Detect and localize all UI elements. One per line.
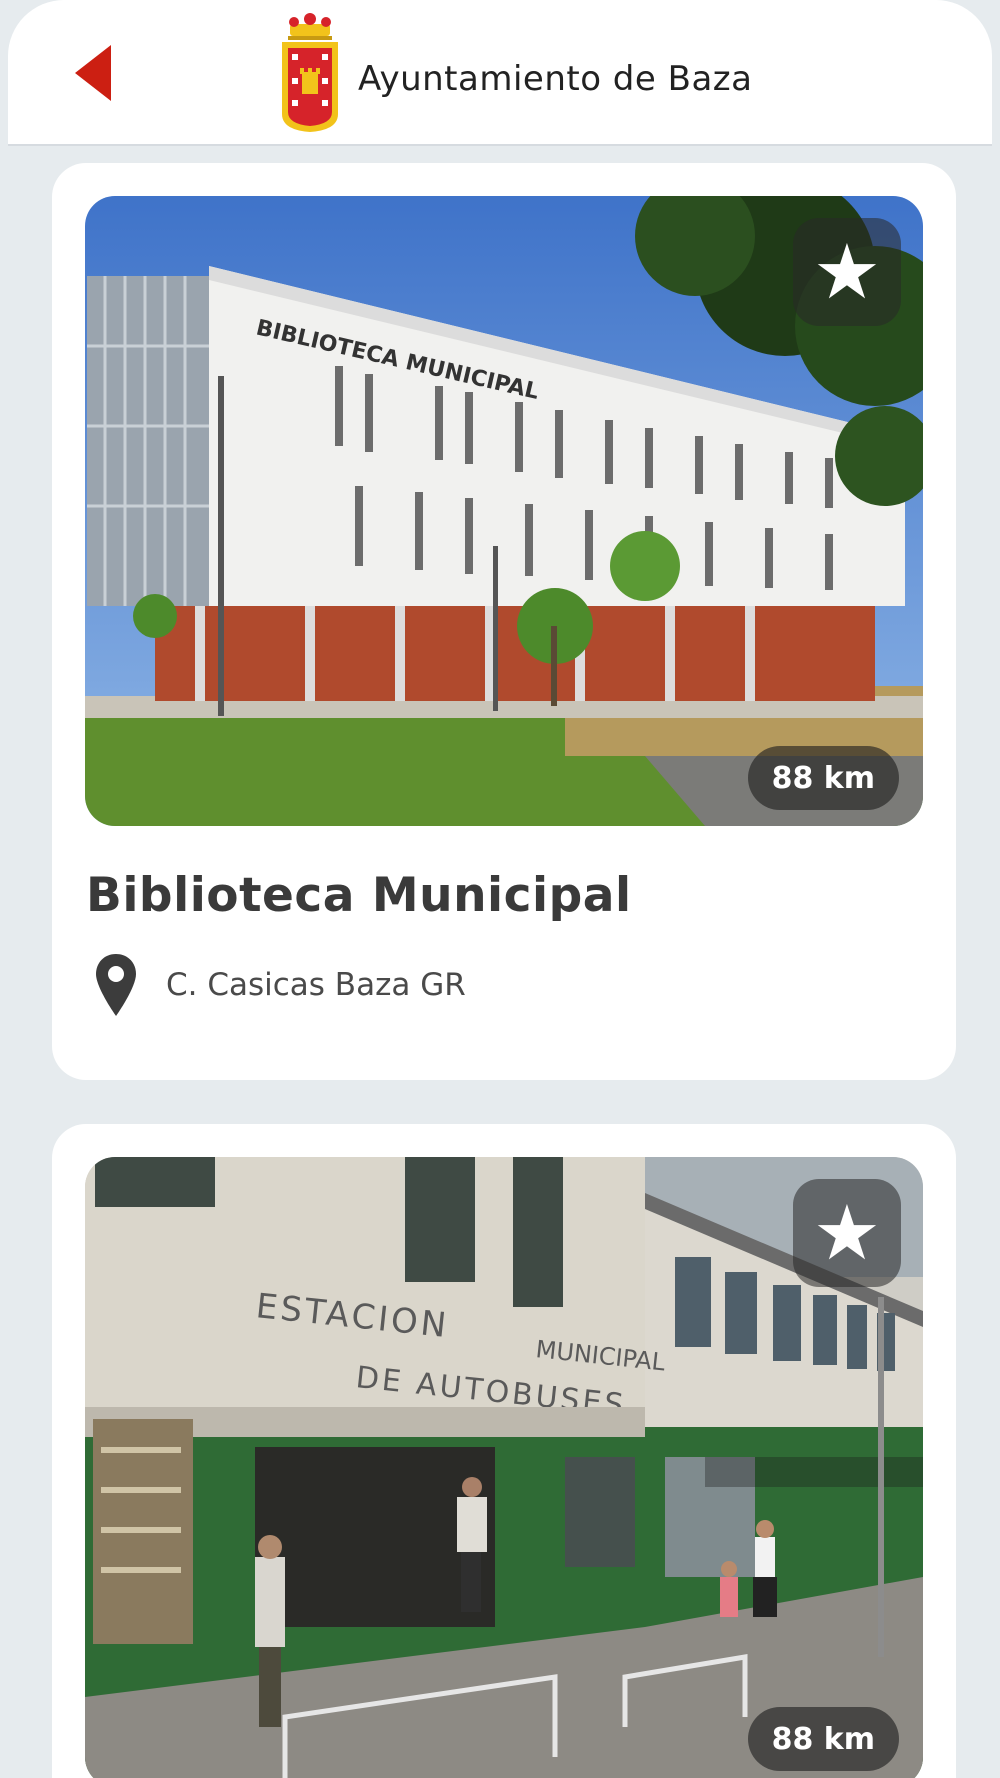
place-title: Biblioteca Municipal bbox=[86, 868, 632, 923]
back-button[interactable] bbox=[58, 28, 128, 118]
app-header: Ayuntamiento de Baza bbox=[8, 0, 992, 146]
back-arrow-icon bbox=[75, 45, 111, 101]
place-photo: BIBLIOTECA MUNICIPAL ★ 88 km bbox=[85, 196, 923, 826]
favorite-button[interactable]: ★ bbox=[793, 1179, 901, 1287]
place-address: C. Casicas Baza GR bbox=[94, 950, 466, 1020]
distance-badge: 88 km bbox=[747, 746, 899, 810]
screen: Ayuntamiento de Baza BIBLIOTECA MUNICIPA… bbox=[0, 0, 1000, 1778]
place-card[interactable]: ESTACION MUNICIPAL DE AUTOBUSES ★ 88 km bbox=[52, 1124, 956, 1778]
logo-text: Ayuntamiento de Baza bbox=[358, 59, 753, 99]
municipality-logo: Ayuntamiento de Baza bbox=[280, 10, 752, 134]
crest-icon bbox=[282, 13, 338, 132]
distance-badge: 88 km bbox=[747, 1707, 899, 1771]
place-card[interactable]: BIBLIOTECA MUNICIPAL ★ 88 km Biblioteca bbox=[52, 163, 956, 1080]
map-pin-icon bbox=[96, 954, 136, 1016]
place-photo: ESTACION MUNICIPAL DE AUTOBUSES ★ 88 km bbox=[85, 1157, 923, 1778]
address-text: C. Casicas Baza GR bbox=[166, 967, 466, 1003]
star-icon: ★ bbox=[812, 1188, 882, 1277]
star-icon: ★ bbox=[812, 227, 882, 316]
favorite-button[interactable]: ★ bbox=[793, 218, 901, 326]
